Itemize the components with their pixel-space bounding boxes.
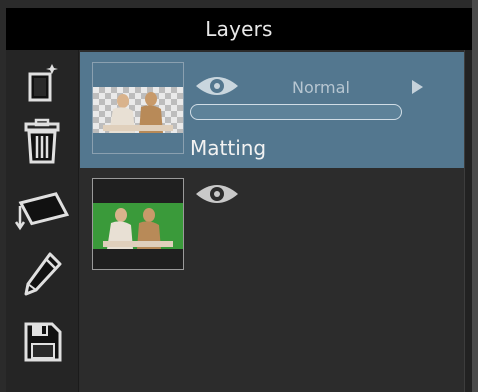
save-layer-button[interactable] [18, 318, 66, 366]
layer-list: Normal Matting [80, 50, 464, 392]
visibility-eye-icon[interactable] [194, 72, 240, 104]
panel-title: Layers [6, 8, 472, 50]
save-icon [20, 318, 64, 366]
layer-row-background[interactable] [80, 168, 464, 284]
layers-panel: Layers Normal Matting [0, 0, 478, 392]
transparency-checkerboard [93, 87, 183, 133]
green-screen-thumbnail [93, 203, 183, 249]
tablet-import-icon [14, 188, 70, 232]
layer-toolbar [6, 50, 79, 392]
panel-edge [472, 0, 478, 392]
new-layer-icon [20, 60, 64, 104]
layer-name[interactable]: Matting [190, 136, 266, 160]
delete-layer-button[interactable] [18, 118, 66, 166]
import-layer-button[interactable] [14, 186, 70, 234]
blend-mode-arrow-icon[interactable] [412, 80, 423, 94]
layer-thumbnail [92, 62, 184, 154]
visibility-eye-icon[interactable] [194, 180, 240, 212]
opacity-slider[interactable] [190, 104, 402, 120]
new-layer-button[interactable] [18, 58, 66, 106]
pencil-icon [20, 250, 64, 298]
layer-thumbnail [92, 178, 184, 270]
trash-icon [20, 118, 64, 166]
blend-mode-label[interactable]: Normal [292, 78, 350, 97]
edit-layer-button[interactable] [18, 250, 66, 298]
layer-row-matting[interactable]: Normal Matting [80, 52, 464, 168]
